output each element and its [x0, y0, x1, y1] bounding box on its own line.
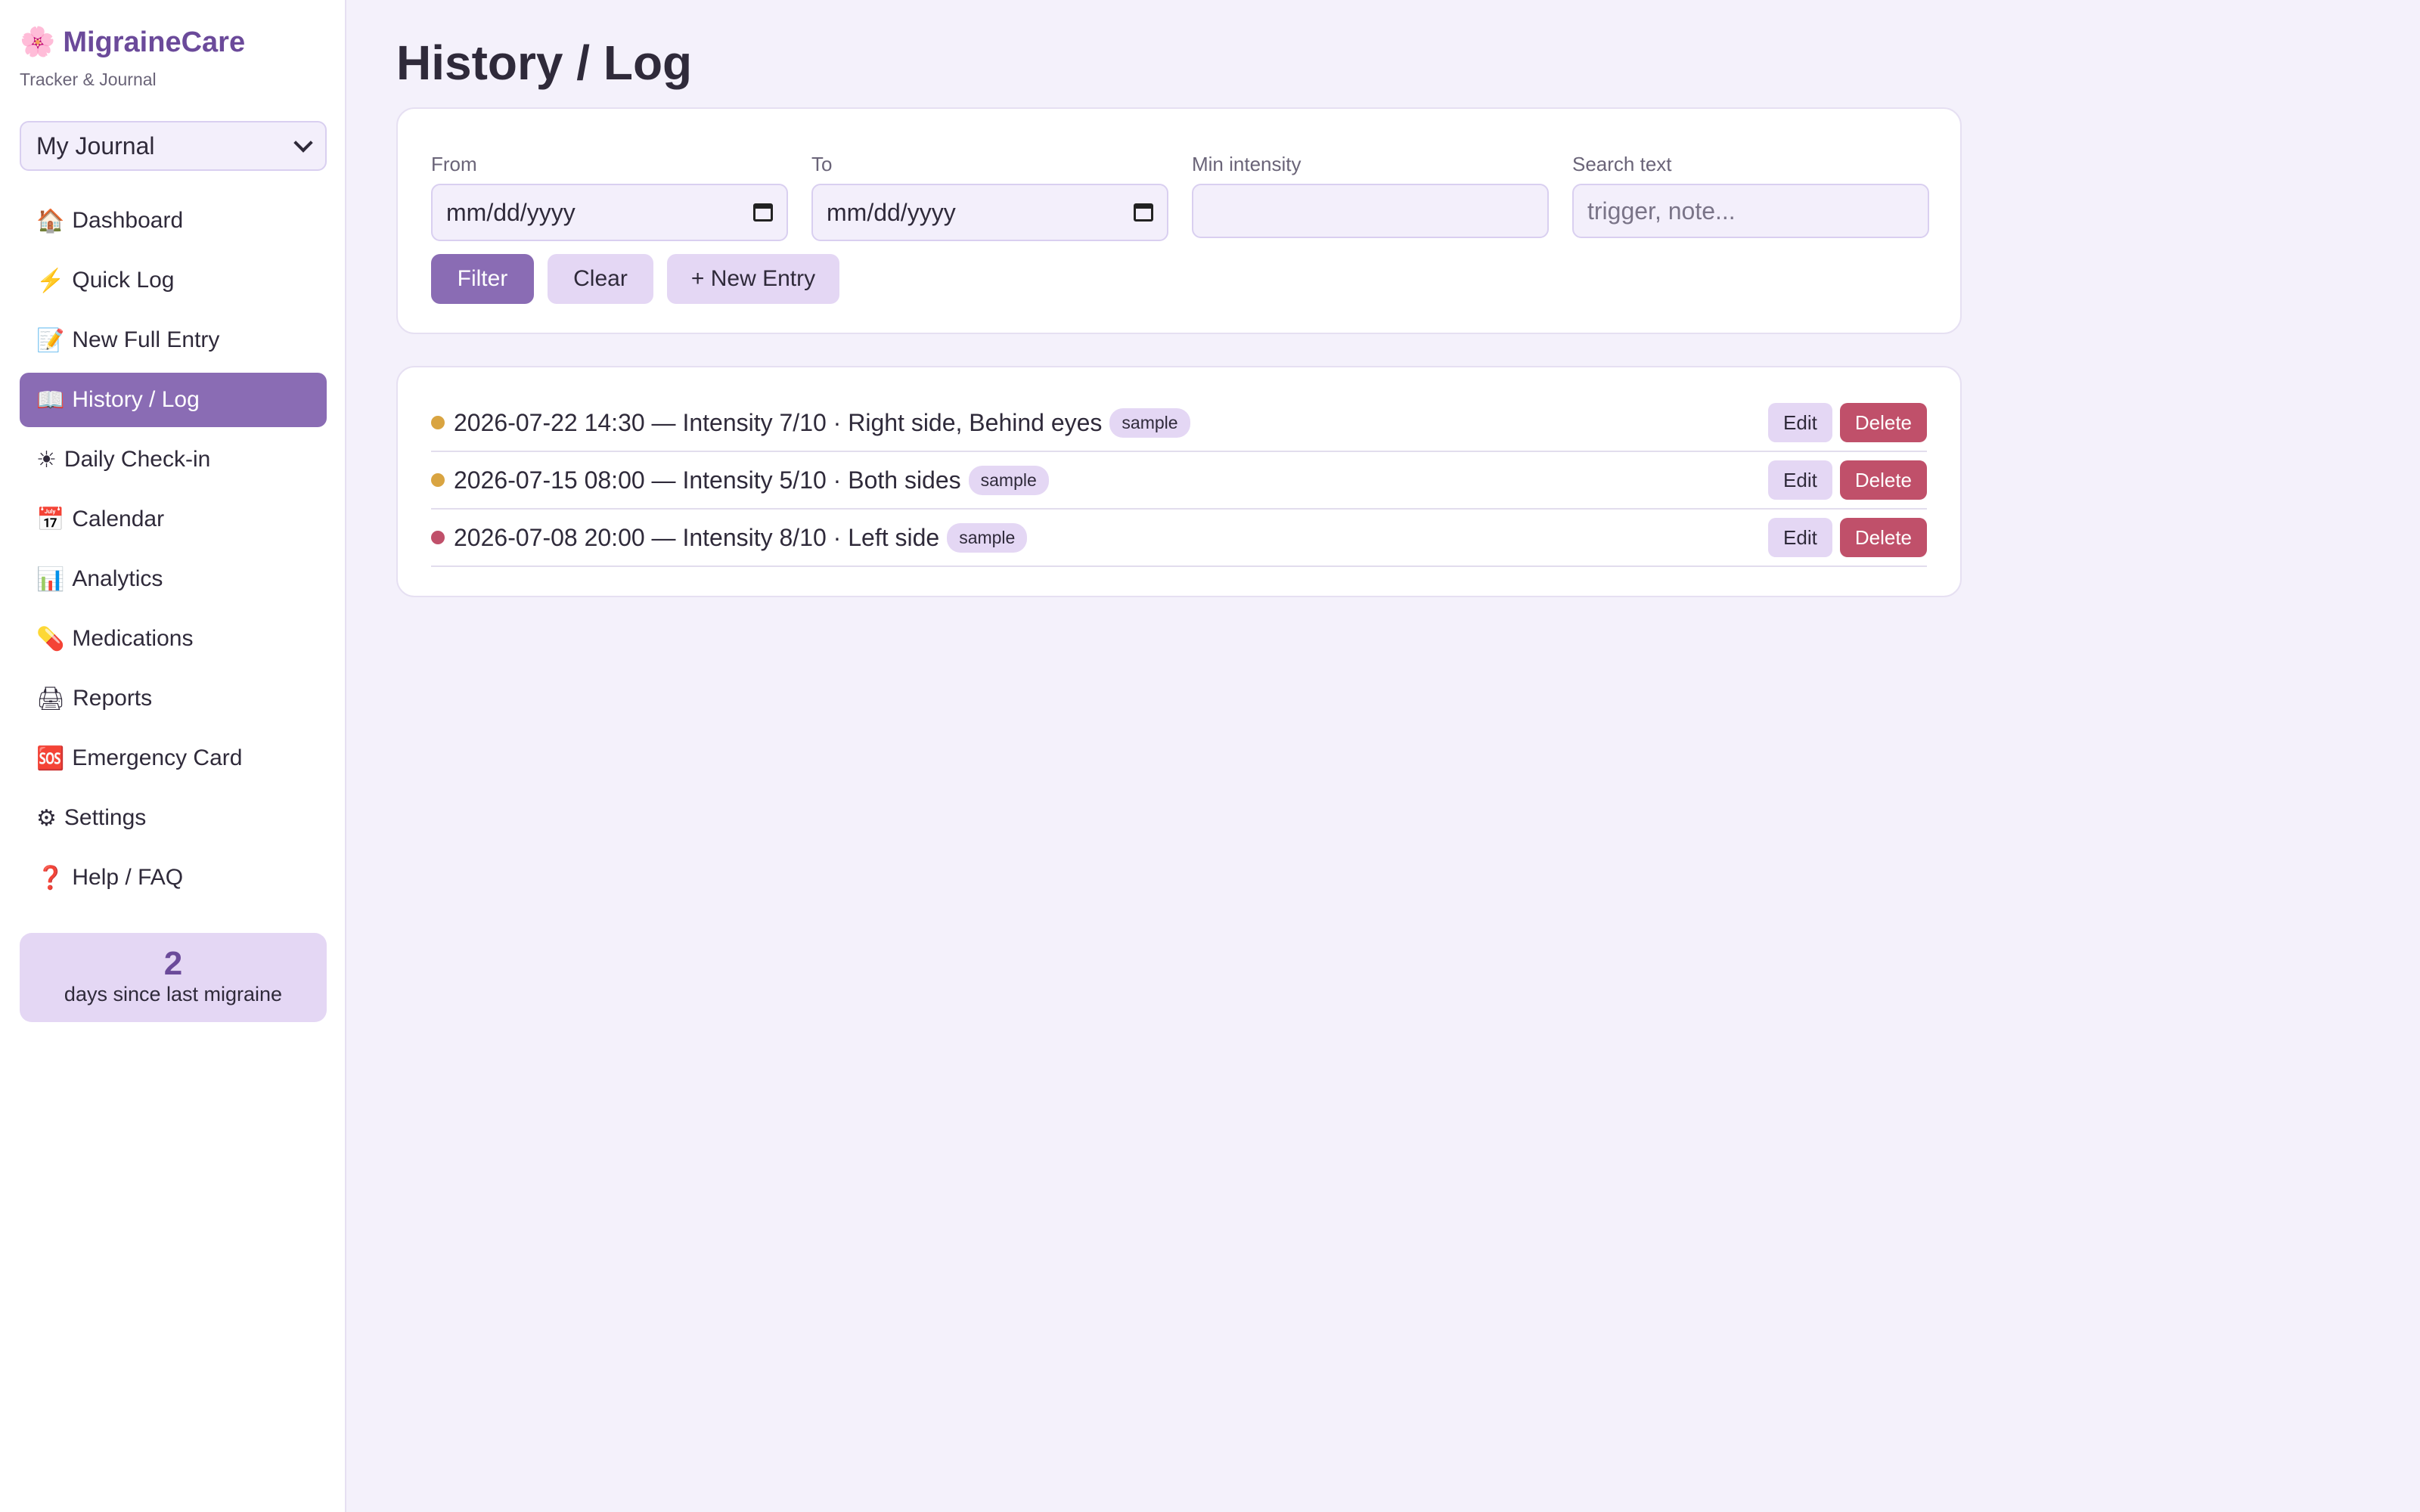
sidebar-item-history-log[interactable]: 📖 History / Log — [20, 373, 327, 427]
sidebar-item-new-full-entry[interactable]: 📝 New Full Entry — [20, 313, 327, 367]
pill-icon: 💊 — [36, 626, 65, 652]
sidebar-item-label: Quick Log — [72, 268, 175, 293]
to-date-input[interactable]: mm/dd/yyyy — [811, 184, 1168, 241]
streak-label: days since last migraine — [64, 983, 283, 1006]
sidebar-item-medications[interactable]: 💊 Medications — [20, 612, 327, 666]
sidebar-item-label: Emergency Card — [72, 745, 243, 770]
from-date-input[interactable]: mm/dd/yyyy — [431, 184, 788, 241]
from-date-placeholder: mm/dd/yyyy — [446, 198, 576, 226]
entry-actions: Edit Delete — [1768, 403, 1927, 442]
question-icon: ❓ — [36, 865, 65, 891]
edit-button[interactable]: Edit — [1768, 518, 1832, 557]
search-field: Search text trigger, note... — [1572, 153, 1929, 238]
min-intensity-input[interactable] — [1192, 184, 1549, 238]
app-name: MigraineCare — [63, 26, 246, 58]
entry-actions: Edit Delete — [1768, 460, 1927, 500]
entry-summary: 2026-07-22 14:30 — Intensity 7/10 · Righ… — [454, 408, 1103, 436]
printer-icon: 🖨 — [36, 686, 66, 711]
sidebar-item-reports[interactable]: 🖨 Reports — [20, 671, 327, 726]
list-item[interactable]: 2026-07-15 08:00 — Intensity 5/10 · Both… — [431, 452, 1927, 510]
delete-button[interactable]: Delete — [1839, 518, 1927, 557]
intensity-dot — [431, 416, 445, 429]
to-field: To mm/dd/yyyy — [811, 153, 1168, 241]
sample-tag: sample — [947, 522, 1028, 553]
list-item[interactable]: 2026-07-08 20:00 — Intensity 8/10 · Left… — [431, 510, 1927, 567]
sidebar-item-label: Daily Check-in — [64, 447, 211, 472]
search-placeholder: trigger, note... — [1587, 197, 1736, 225]
sidebar-item-help-faq[interactable]: ❓ Help / FAQ — [20, 850, 327, 905]
sidebar-item-label: Settings — [64, 805, 147, 830]
sos-icon: 🆘 — [36, 745, 65, 771]
page-title: History / Log — [396, 36, 693, 90]
sidebar-item-analytics[interactable]: 📊 Analytics — [20, 552, 327, 606]
sidebar-item-label: Calendar — [72, 507, 165, 531]
search-label: Search text — [1572, 153, 1672, 175]
house-icon: 🏠 — [36, 208, 65, 234]
journal-select-value: My Journal — [36, 132, 155, 160]
edit-button[interactable]: Edit — [1768, 460, 1832, 500]
gear-icon: ⚙ — [36, 805, 57, 831]
book-icon: 📖 — [36, 387, 65, 413]
delete-button[interactable]: Delete — [1839, 460, 1927, 500]
sidebar-item-label: Help / FAQ — [72, 865, 184, 890]
filter-panel: From mm/dd/yyyy To mm/dd/yyyy Min intens… — [396, 107, 1962, 334]
entries-list: 2026-07-22 14:30 — Intensity 7/10 · Righ… — [396, 366, 1962, 597]
to-date-placeholder: mm/dd/yyyy — [827, 198, 956, 226]
entry-summary: 2026-07-08 20:00 — Intensity 8/10 · Left… — [454, 523, 940, 551]
intensity-dot — [431, 473, 445, 487]
journal-select[interactable]: My Journal — [20, 121, 327, 171]
from-field: From mm/dd/yyyy — [431, 153, 788, 241]
filter-button[interactable]: Filter — [431, 254, 534, 304]
clear-button[interactable]: Clear — [548, 254, 653, 304]
sidebar-item-calendar[interactable]: 📅 Calendar — [20, 492, 327, 547]
entry-summary: 2026-07-15 08:00 — Intensity 5/10 · Both… — [454, 466, 961, 494]
calendar-icon[interactable] — [753, 203, 773, 222]
sidebar-nav: 🏠 Dashboard ⚡ Quick Log 📝 New Full Entry… — [20, 194, 327, 910]
sidebar-item-label: Dashboard — [72, 208, 184, 233]
sidebar-item-label: History / Log — [72, 387, 200, 412]
sidebar-item-emergency-card[interactable]: 🆘 Emergency Card — [20, 731, 327, 785]
streak-card: 2 days since last migraine — [20, 933, 327, 1022]
app-tagline: Tracker & Journal — [20, 70, 157, 89]
sidebar-item-quick-log[interactable]: ⚡ Quick Log — [20, 253, 327, 308]
sidebar-item-label: Reports — [73, 686, 153, 711]
flower-icon: 🌸 — [20, 26, 56, 58]
from-label: From — [431, 153, 477, 175]
chevron-down-icon — [293, 133, 313, 153]
min-intensity-label: Min intensity — [1192, 153, 1302, 175]
delete-button[interactable]: Delete — [1839, 403, 1927, 442]
app-brand[interactable]: 🌸 MigraineCare — [20, 26, 245, 59]
to-label: To — [811, 153, 833, 175]
sample-tag: sample — [1109, 407, 1190, 438]
list-item[interactable]: 2026-07-22 14:30 — Intensity 7/10 · Righ… — [431, 395, 1927, 452]
calendar-icon[interactable] — [1134, 203, 1153, 222]
sidebar-item-label: Analytics — [72, 566, 163, 591]
lightning-icon: ⚡ — [36, 268, 65, 293]
intensity-dot — [431, 531, 445, 544]
entry-actions: Edit Delete — [1768, 518, 1927, 557]
sidebar-item-label: Medications — [72, 626, 194, 651]
memo-icon: 📝 — [36, 327, 65, 353]
sidebar-item-dashboard[interactable]: 🏠 Dashboard — [20, 194, 327, 248]
sidebar-item-settings[interactable]: ⚙ Settings — [20, 791, 327, 845]
min-intensity-field: Min intensity — [1192, 153, 1549, 238]
calendar-icon: 📅 — [36, 507, 65, 532]
new-entry-button[interactable]: + New Entry — [667, 254, 839, 304]
edit-button[interactable]: Edit — [1768, 403, 1832, 442]
sidebar-item-label: New Full Entry — [72, 327, 220, 352]
bar-chart-icon: 📊 — [36, 566, 65, 592]
sun-icon: ☀ — [36, 447, 57, 472]
search-input[interactable]: trigger, note... — [1572, 184, 1929, 238]
sidebar-item-daily-check-in[interactable]: ☀ Daily Check-in — [20, 432, 327, 487]
sidebar: 🌸 MigraineCare Tracker & Journal My Journ… — [0, 0, 346, 1512]
sample-tag: sample — [968, 465, 1049, 495]
streak-count: 2 — [163, 945, 183, 982]
